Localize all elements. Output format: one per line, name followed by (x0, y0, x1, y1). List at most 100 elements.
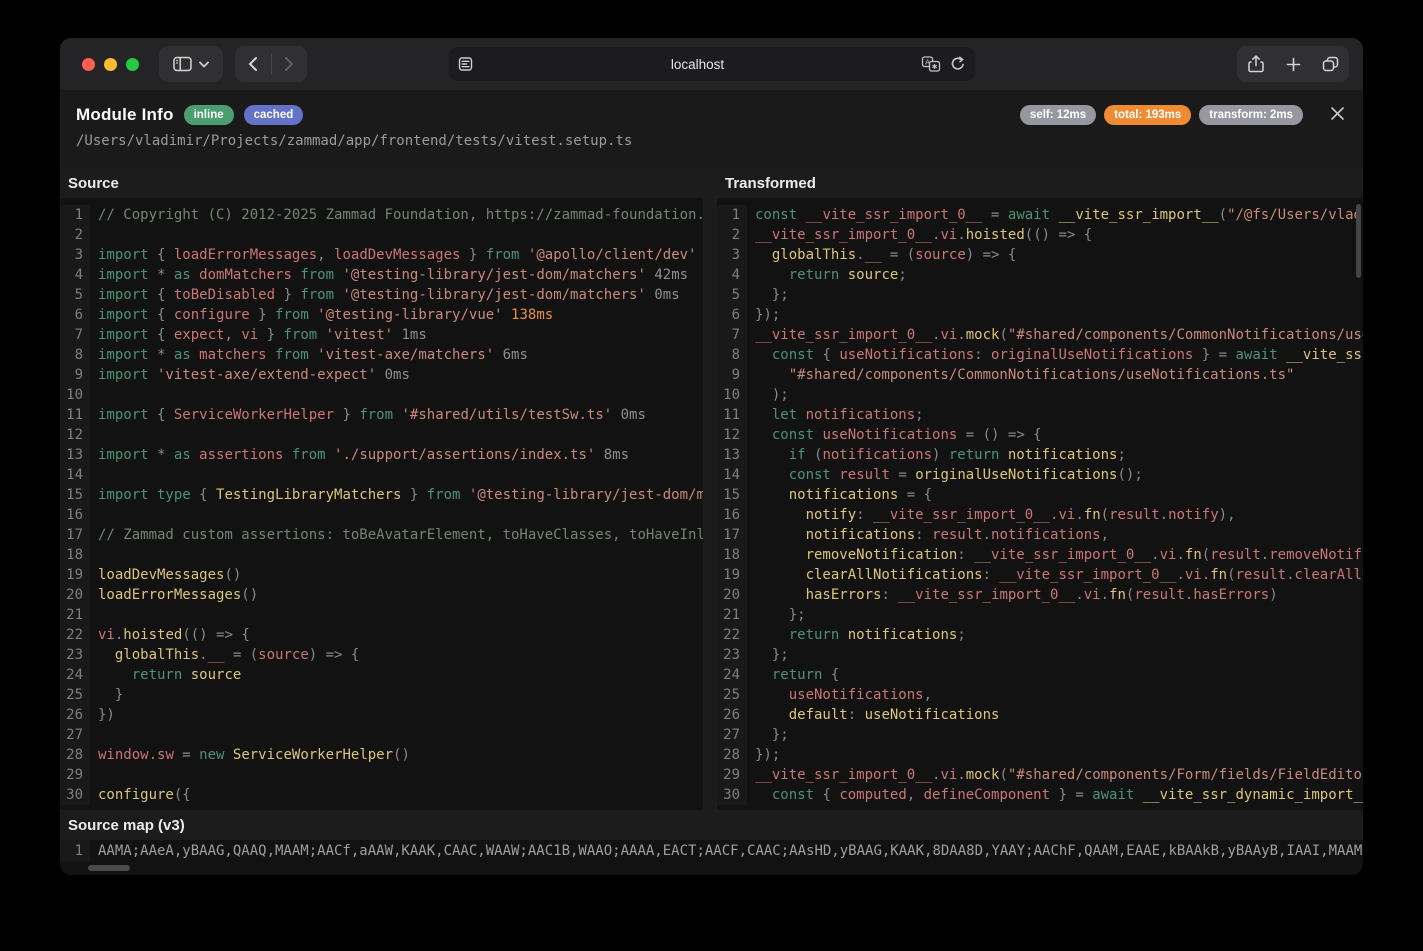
vertical-scrollbar[interactable] (1356, 204, 1361, 278)
code-line: 8import * as matchers from 'vitest-axe/m… (60, 345, 703, 365)
code-line: 6import { configure } from '@testing-lib… (60, 305, 703, 325)
line-number: 16 (60, 505, 90, 525)
code-line: 25 } (60, 685, 703, 705)
toolbar-actions (1237, 46, 1349, 82)
close-traffic-light[interactable] (82, 58, 95, 71)
code-text: loadErrorMessages() (90, 585, 258, 605)
code-line: 22vi.hoisted(() => { (60, 625, 703, 645)
line-number: 17 (717, 525, 747, 545)
code-text: }); (747, 745, 780, 765)
line-number: 11 (60, 405, 90, 425)
transformed-panel-body[interactable]: 1const __vite_ssr_import_0__ = await __v… (717, 198, 1363, 810)
line-number: 20 (717, 585, 747, 605)
line-number: 19 (717, 565, 747, 585)
code-line: 1const __vite_ssr_import_0__ = await __v… (717, 205, 1363, 225)
code-line: 5 }; (717, 285, 1363, 305)
code-line: 19 clearAllNotifications: __vite_ssr_imp… (717, 565, 1363, 585)
code-line: 4 return source; (717, 265, 1363, 285)
code-text: import { ServiceWorkerHelper } from '#sh… (90, 405, 646, 425)
line-number: 21 (60, 605, 90, 625)
share-button[interactable] (1238, 46, 1275, 82)
line-number: 6 (60, 305, 90, 325)
line-number: 2 (60, 225, 90, 245)
line-number: 5 (717, 285, 747, 305)
page-title: Module Info (76, 105, 174, 125)
tab-overview-button[interactable] (1312, 46, 1349, 82)
code-text (90, 545, 98, 565)
code-line: 26 default: useNotifications (717, 705, 1363, 725)
forward-button[interactable] (272, 46, 307, 82)
code-line: 23 globalThis.__ = (source) => { (60, 645, 703, 665)
line-number: 22 (60, 625, 90, 645)
code-line: 9import 'vitest-axe/extend-expect' 0ms (60, 365, 703, 385)
code-text: }; (747, 605, 806, 625)
code-line: 11import { ServiceWorkerHelper } from '#… (60, 405, 703, 425)
code-line: 13 if (notifications) return notificatio… (717, 445, 1363, 465)
code-text: import * as domMatchers from '@testing-l… (90, 265, 688, 285)
code-text: return notifications; (747, 625, 966, 645)
page-menu-icon[interactable] (458, 57, 474, 72)
line-number: 10 (60, 385, 90, 405)
line-number: 6 (717, 305, 747, 325)
translate-icon[interactable]: A ✱ (921, 56, 940, 72)
browser-toolbar: localhost A ✱ (60, 38, 1363, 90)
code-text: }; (747, 285, 789, 305)
sidebar-icon (173, 56, 192, 72)
traffic-lights (82, 58, 139, 71)
reload-button[interactable] (950, 56, 965, 72)
code-text: loadDevMessages() (90, 565, 241, 585)
line-number: 29 (60, 765, 90, 785)
line-number: 15 (717, 485, 747, 505)
code-text: const useNotifications = () => { (747, 425, 1042, 445)
horizontal-scrollbar[interactable] (88, 865, 130, 871)
nav-buttons (235, 46, 307, 82)
line-number: 3 (60, 245, 90, 265)
code-line: 11 let notifications; (717, 405, 1363, 425)
code-line: 1// Copyright (C) 2012-2025 Zammad Found… (60, 205, 703, 225)
sourcemap-title: Source map (v3) (60, 810, 1363, 840)
line-number: 7 (717, 325, 747, 345)
code-text: default: useNotifications (747, 705, 999, 725)
code-line: 16 (60, 505, 703, 525)
sidebar-toggle-button[interactable] (159, 46, 223, 82)
line-number: 27 (717, 725, 747, 745)
source-panel-body[interactable]: 1// Copyright (C) 2012-2025 Zammad Found… (60, 198, 703, 810)
minimize-traffic-light[interactable] (104, 58, 117, 71)
code-text: if (notifications) return notifications; (747, 445, 1126, 465)
chevron-down-icon (199, 61, 209, 68)
line-number: 3 (717, 245, 747, 265)
code-text (90, 725, 98, 745)
line-number: 26 (60, 705, 90, 725)
browser-window: localhost A ✱ (60, 38, 1363, 875)
total-time-badge: total: 193ms (1104, 105, 1191, 125)
transformed-panel-title: Transformed (717, 168, 1363, 198)
zoom-traffic-light[interactable] (126, 58, 139, 71)
code-line: 7import { expect, vi } from 'vitest' 1ms (60, 325, 703, 345)
timing-badges: self: 12ms total: 193ms transform: 2ms (1020, 105, 1303, 125)
line-number: 14 (60, 465, 90, 485)
code-line: 24 return { (717, 665, 1363, 685)
code-text: configure({ (90, 785, 191, 805)
line-number: 25 (717, 685, 747, 705)
code-line: 16 notify: __vite_ssr_import_0__.vi.fn(r… (717, 505, 1363, 525)
code-line: 29 (60, 765, 703, 785)
code-line: 3import { loadErrorMessages, loadDevMess… (60, 245, 703, 265)
url-text: localhost (474, 57, 921, 72)
line-number: 4 (717, 265, 747, 285)
code-line: 5import { toBeDisabled } from '@testing-… (60, 285, 703, 305)
code-line: 21 }; (717, 605, 1363, 625)
line-number: 23 (717, 645, 747, 665)
close-button[interactable] (1327, 103, 1347, 123)
code-line: 15 notifications = { (717, 485, 1363, 505)
code-line: 25 useNotifications, (717, 685, 1363, 705)
new-tab-button[interactable] (1275, 46, 1312, 82)
line-number: 16 (717, 505, 747, 525)
code-text: } (90, 685, 123, 705)
code-line: 13import * as assertions from './support… (60, 445, 703, 465)
address-bar[interactable]: localhost A ✱ (448, 47, 975, 81)
code-line: 10 (60, 385, 703, 405)
code-line: 12 (60, 425, 703, 445)
back-button[interactable] (236, 46, 271, 82)
sourcemap-line: 1 AAMA;AAeA,yBAAG,QAAQ,MAAM;AACf,aAAW,KA… (60, 840, 1363, 862)
code-text: const __vite_ssr_import_0__ = await __vi… (747, 205, 1363, 225)
